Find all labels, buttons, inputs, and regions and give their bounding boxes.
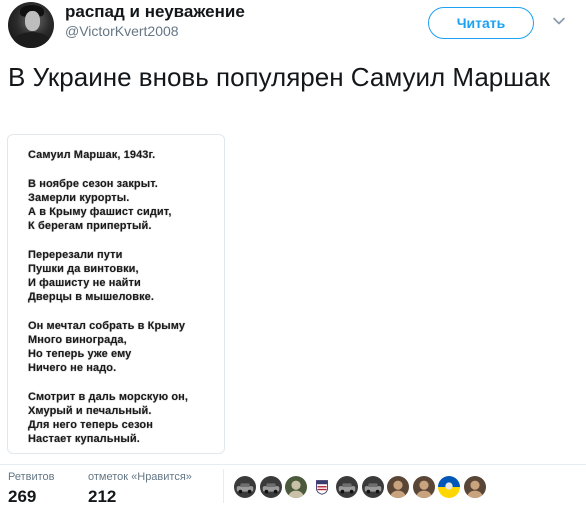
author-avatar[interactable] [8,2,54,48]
retweets-label: Ретвитов [8,471,55,483]
ukraine-flag-photo-icon[interactable] [437,475,461,499]
chevron-down-icon[interactable] [551,13,567,29]
poem-line: Пушки да винтовки, [28,263,139,275]
ukraine-flag-photo-graphic [438,476,460,498]
likes-label: отметок «Нравится» [88,471,192,483]
poem-line: Перерезали пути [28,249,123,261]
avatar-face [25,11,40,31]
author-display-name[interactable]: распад и неуважение [65,2,245,22]
car-photo-graphic [336,476,358,498]
person-photo-graphic [387,476,409,498]
poem-line: Настает купальный. [28,433,140,445]
poem-line: Но теперь уже ему [28,348,132,360]
stanza-gap [28,162,223,177]
poem-line: И фашисту не найти [28,277,141,289]
stanza-gap [28,375,223,390]
person-photo-graphic [463,476,486,498]
poem-title: Самуил Маршак, 1943г. [28,149,156,161]
car-photo-icon[interactable] [258,475,283,499]
poem-line: Замерли курорты. [28,192,130,204]
stanza-gap [28,304,223,319]
soldier-photo-graphic [285,476,307,498]
avatar-coat [13,32,51,48]
tweet-text: В Украине вновь популярен Самуил Маршак [8,62,550,92]
stats-separator [223,469,224,503]
flag-badge-icon[interactable] [309,475,334,499]
car-photo-graphic [259,476,282,498]
tweet-image[interactable]: Самуил Маршак, 1943г. В ноябре сезон закр… [7,134,225,454]
poem-line: Смотрит в даль морскую он, [28,391,189,403]
car-photo-graphic [361,476,384,498]
person-photo-icon[interactable] [386,475,410,499]
poem-line: В ноябре сезон закрыт. [28,178,158,190]
poem-text: Самуил Маршак, 1943г. В ноябре сезон закр… [28,148,223,446]
person-photo-graphic [412,476,435,498]
poem-line: Много винограда, [28,334,127,346]
poem-line: А в Крыму фашист сидит, [28,206,172,218]
car-photo-graphic [234,476,256,498]
person-photo-icon[interactable] [462,475,487,499]
soldier-photo-icon[interactable] [284,475,308,499]
car-photo-icon[interactable] [360,475,385,499]
poem-line: Он мечтал собрать в Крыму [28,320,186,332]
author-handle[interactable]: @VictorKvert2008 [65,23,179,39]
car-photo-icon[interactable] [335,475,359,499]
poem-line: К берегам припертый. [28,220,152,232]
person-photo-icon[interactable] [411,475,436,499]
poem-line: Для него теперь сезон [28,419,153,431]
stats-divider [0,464,586,465]
follow-button[interactable]: Читать [428,7,534,39]
likes-stat[interactable]: отметок «Нравится» 212 [88,471,192,507]
poem-line: Дверцы в мышеловке. [28,291,155,303]
retweets-count: 269 [8,487,37,506]
flag-badge-graphic [310,476,333,498]
car-photo-icon[interactable] [233,475,257,499]
stanza-gap [28,233,223,248]
retweets-stat[interactable]: Ретвитов 269 [8,471,55,507]
poem-line: Ничего не надо. [28,362,117,374]
poem-line: Хмурый и печальный. [28,405,152,417]
likes-count: 212 [88,487,117,506]
